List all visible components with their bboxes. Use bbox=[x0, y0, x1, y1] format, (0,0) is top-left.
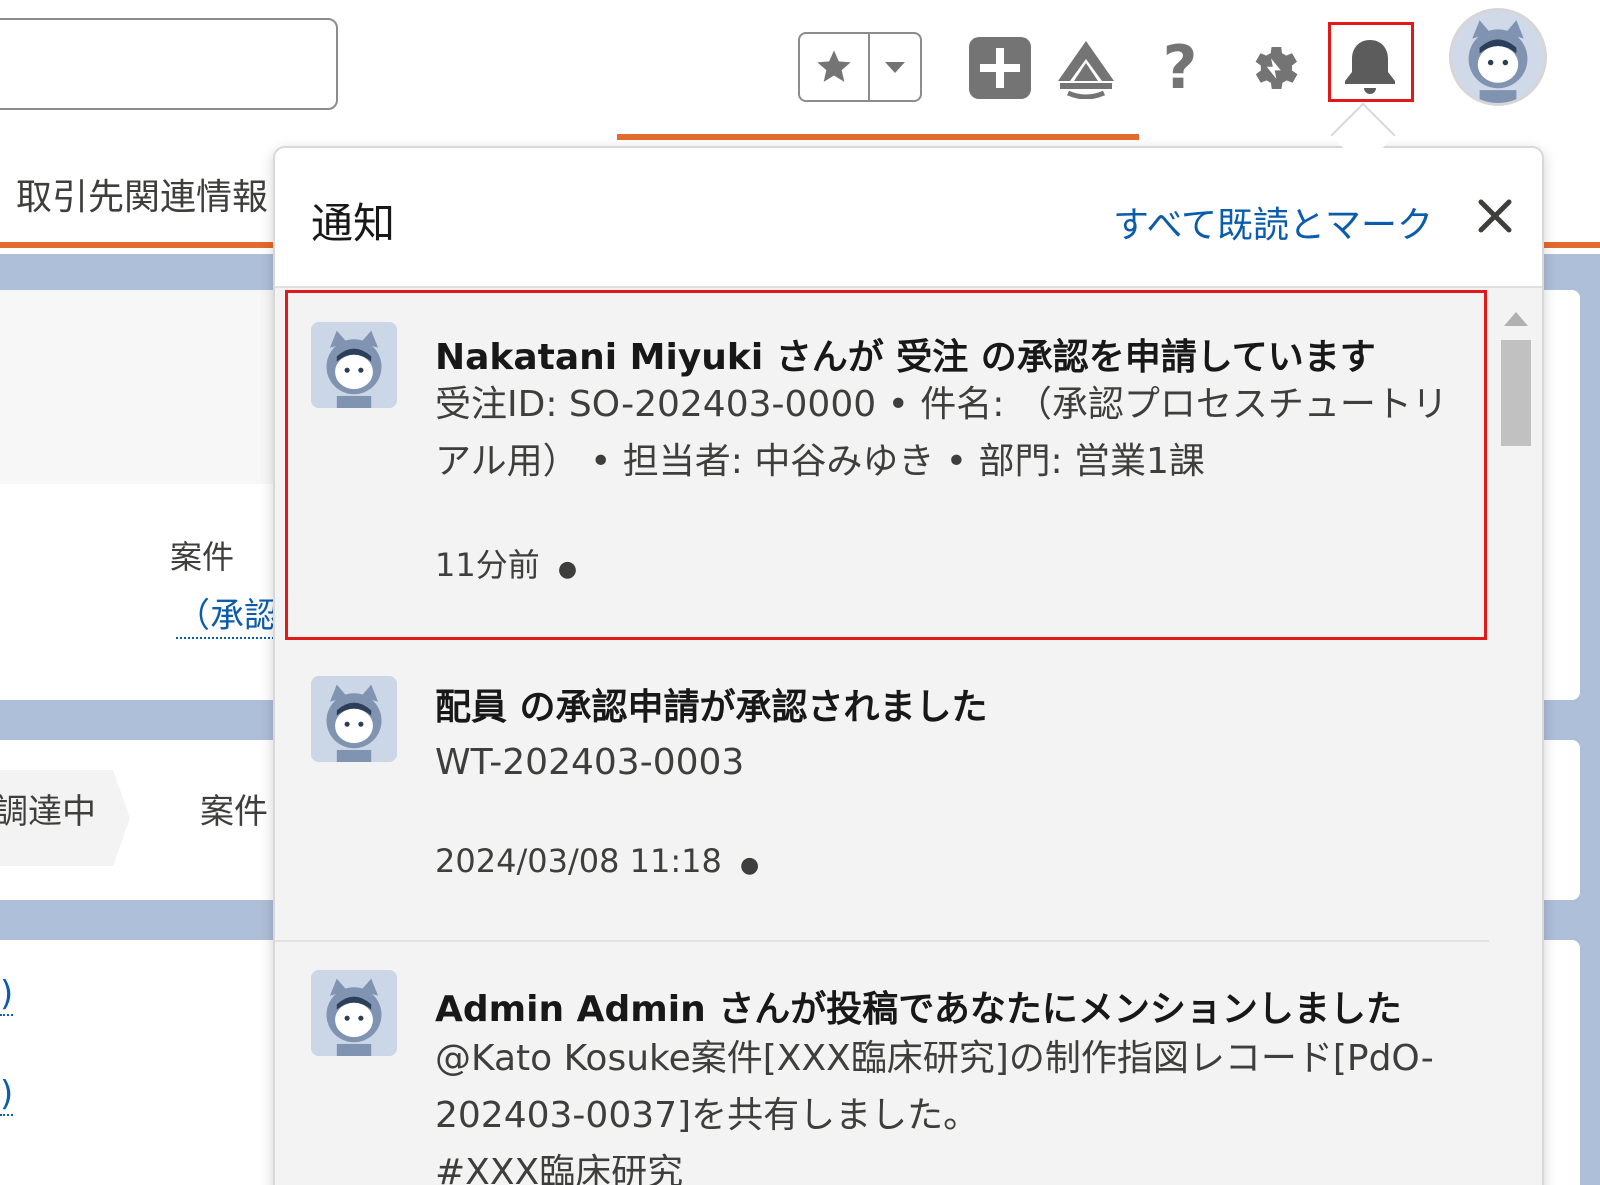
related-link-1[interactable]: ) bbox=[0, 974, 14, 1016]
star-icon bbox=[817, 50, 851, 82]
notification-time: 11分前 ● bbox=[435, 540, 577, 586]
bell-highlight-box bbox=[1328, 22, 1414, 102]
notification-timestamp: 2024/03/08 11:18 bbox=[435, 842, 722, 880]
notification-title: 配員 の承認申請が承認されました bbox=[435, 687, 988, 728]
avatar-icon bbox=[311, 676, 397, 762]
path-step-procuring[interactable]: 調達中 bbox=[0, 784, 96, 833]
notification-title: Nakatani Miyuki さんが 受注 の承認を申請しています bbox=[435, 337, 1376, 378]
mark-all-read-link[interactable]: すべて既読とマーク bbox=[1113, 196, 1433, 248]
notification-body: 受注ID: SO-202403-0000 • 件名: （承認プロセスチュートリア… bbox=[435, 384, 1448, 482]
add-icon bbox=[969, 37, 1031, 99]
favorites-star-button[interactable] bbox=[800, 34, 870, 100]
notifications-panel: 通知 すべて既読とマーク Nakatani Miyuki さんが 受注 の承認を… bbox=[273, 146, 1544, 1185]
notification-avatar bbox=[311, 322, 397, 408]
active-tab-indicator bbox=[617, 134, 1139, 140]
chevron-down-icon bbox=[885, 62, 905, 73]
notification-time: 2024/03/08 11:18 ● bbox=[435, 842, 759, 880]
notification-item[interactable]: Admin Admin さんが投稿であなたにメンションしました @Kato Ko… bbox=[275, 942, 1489, 1185]
scroll-up-arrow-icon[interactable] bbox=[1504, 312, 1528, 326]
notification-body: @Kato Kosuke案件[XXX臨床研究]の制作指図レコード[PdO-202… bbox=[435, 1038, 1434, 1136]
trailhead-button[interactable] bbox=[1046, 28, 1126, 108]
notification-avatar bbox=[311, 676, 397, 762]
notifications-scrollbar[interactable] bbox=[1493, 298, 1539, 1185]
related-link-2[interactable]: ) bbox=[0, 1074, 14, 1116]
avatar-icon bbox=[311, 970, 397, 1056]
notifications-list: Nakatani Miyuki さんが 受注 の承認を申請しています 受注ID:… bbox=[275, 288, 1489, 1185]
notification-title: Admin Admin さんが投稿であなたにメンションしました bbox=[435, 989, 1402, 1030]
gear-icon bbox=[1255, 46, 1298, 90]
notification-item[interactable]: Nakatani Miyuki さんが 受注 の承認を申請しています 受注ID:… bbox=[275, 288, 1489, 648]
close-icon bbox=[1478, 199, 1512, 233]
unread-dot-icon: ● bbox=[740, 853, 760, 878]
help-button[interactable]: ? bbox=[1140, 28, 1220, 108]
unread-dot-icon: ● bbox=[557, 557, 578, 582]
scrollbar-thumb[interactable] bbox=[1501, 340, 1531, 446]
trailhead-icon bbox=[1058, 41, 1114, 99]
notification-timestamp: 11分前 bbox=[435, 546, 540, 584]
global-search-input[interactable] bbox=[0, 18, 338, 110]
path-step-case[interactable]: 案件 bbox=[200, 784, 268, 833]
record-header-strip bbox=[0, 290, 290, 484]
help-icon: ? bbox=[1162, 33, 1198, 103]
notifications-panel-header: 通知 すべて既読とマーク bbox=[275, 148, 1542, 288]
avatar-icon bbox=[1452, 11, 1544, 103]
nav-tab-partial[interactable]: 取引先関連情報 bbox=[16, 168, 268, 220]
field-label-case: 案件 bbox=[170, 538, 235, 576]
user-avatar[interactable] bbox=[1449, 8, 1547, 106]
notifications-title: 通知 bbox=[311, 199, 396, 248]
notification-body: WT-202403-0003 bbox=[435, 742, 745, 783]
favorites-menu-button[interactable] bbox=[870, 34, 920, 100]
notification-avatar bbox=[311, 970, 397, 1056]
field-link-case[interactable]: （承認 bbox=[176, 588, 278, 639]
global-actions-button[interactable] bbox=[960, 28, 1040, 108]
close-panel-button[interactable] bbox=[1473, 194, 1517, 238]
notification-hashtag[interactable]: #XXX臨床研究 bbox=[435, 1144, 1455, 1185]
notification-item[interactable]: 配員 の承認申請が承認されました WT-202403-0003 2024/03/… bbox=[275, 648, 1489, 948]
avatar-icon bbox=[311, 322, 397, 408]
favorites-button-group bbox=[798, 32, 922, 102]
setup-button[interactable] bbox=[1234, 28, 1314, 108]
